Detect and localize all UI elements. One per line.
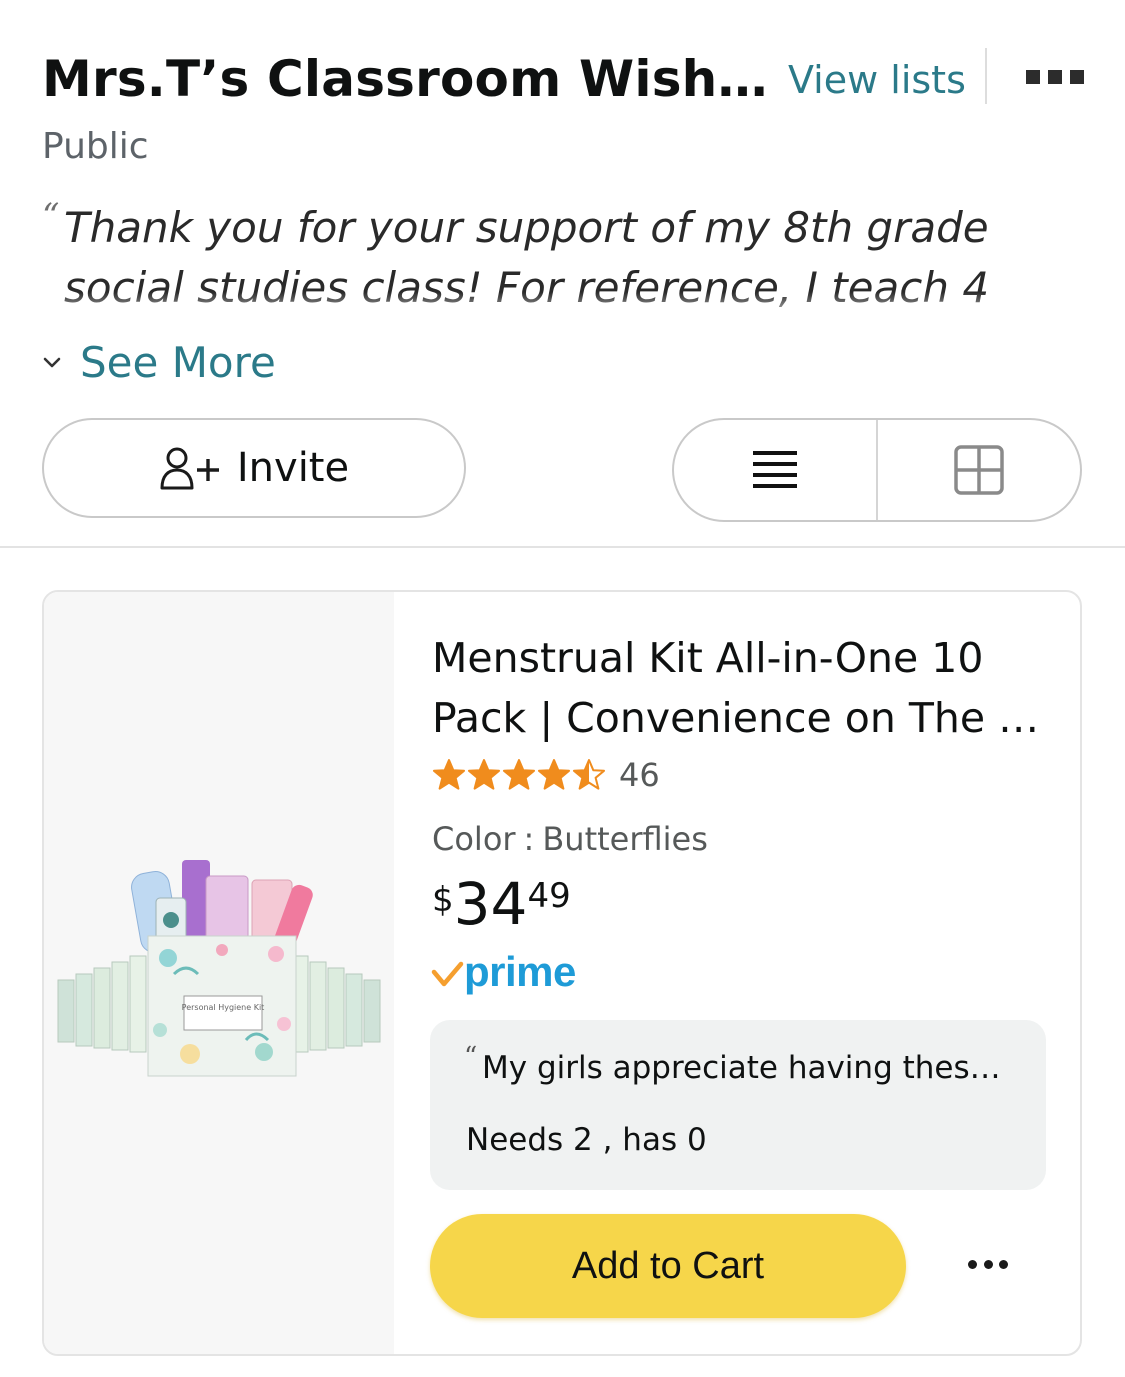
chevron-down-icon (43, 357, 61, 367)
price-fraction: 49 (527, 876, 571, 916)
more-horizontal-icon[interactable] (968, 1260, 1008, 1272)
section-divider (0, 546, 1125, 548)
add-to-cart-label: Add to Cart (571, 1244, 765, 1287)
more-icon[interactable] (1026, 70, 1084, 84)
stacked-packs-left (57, 955, 147, 1053)
more-dot (1026, 70, 1040, 84)
color-label: Color (432, 820, 516, 858)
add-to-cart-button[interactable]: Add to Cart (430, 1214, 906, 1318)
color-variant: Color: Butterflies (432, 820, 708, 858)
kit-label-panel (183, 995, 263, 1031)
header-divider (985, 48, 987, 104)
item-comment: My girls appreciate having thes… (482, 1050, 1001, 1086)
more-dot (1048, 70, 1062, 84)
star-full-icon (433, 759, 465, 790)
prime-check-icon (431, 961, 464, 987)
kit-label-text: Personal Hygiene Kit (182, 1003, 265, 1012)
more-dot (1070, 70, 1084, 84)
grid-view-icon (954, 445, 1004, 495)
star-rating (432, 758, 607, 792)
more-dot (968, 1260, 977, 1269)
list-view-button[interactable] (674, 420, 878, 520)
star-full-icon (468, 759, 500, 790)
more-dot (983, 1260, 993, 1269)
star-full-icon (503, 759, 535, 790)
color-separator: : (523, 820, 535, 858)
description-fade (42, 292, 1092, 332)
stacked-packs-right (291, 955, 381, 1053)
prime-label: prime (464, 948, 576, 995)
star-half-icon (573, 759, 605, 790)
color-value: Butterflies (542, 820, 708, 858)
see-more-label: See More (80, 338, 276, 387)
rating-count: 46 (619, 756, 660, 794)
price: $ 34 49 (432, 872, 571, 936)
open-quote: “ (42, 196, 60, 236)
product-title-link[interactable]: Menstrual Kit All-in-One 10 Pack | Conve… (432, 628, 1042, 748)
comment-quote: “ (464, 1042, 478, 1072)
list-title: Mrs.T’s Classroom Wish… (42, 50, 768, 108)
product-image-panel[interactable]: Personal Hygiene Kit (44, 592, 394, 1354)
add-person-icon (160, 447, 219, 490)
view-toggle (672, 418, 1082, 522)
needs-has-count: Needs 2 , has 0 (466, 1122, 707, 1158)
wishlist-item-card[interactable]: Personal Hygiene Kit Menstrual Kit All-i… (42, 590, 1082, 1356)
more-dot (999, 1260, 1008, 1269)
item-comment-box: “ My girls appreciate having thes… Needs… (430, 1020, 1046, 1190)
grid-view-button[interactable] (878, 420, 1080, 520)
price-whole: 34 (453, 870, 528, 938)
prime-badge: prime (430, 948, 576, 996)
view-lists-link[interactable]: View lists (788, 58, 966, 102)
product-image[interactable]: Personal Hygiene Kit (56, 854, 382, 1086)
rating-row[interactable]: 46 (432, 756, 660, 794)
see-more-button[interactable]: See More (40, 338, 276, 387)
list-privacy-label: Public (42, 126, 149, 167)
star-full-icon (538, 759, 570, 790)
invite-button[interactable]: Invite (42, 418, 466, 518)
list-view-icon (753, 451, 797, 488)
price-symbol: $ (432, 880, 454, 920)
list-description: “ Thank you for your support of my 8th g… (42, 192, 1092, 332)
invite-label: Invite (236, 445, 350, 491)
